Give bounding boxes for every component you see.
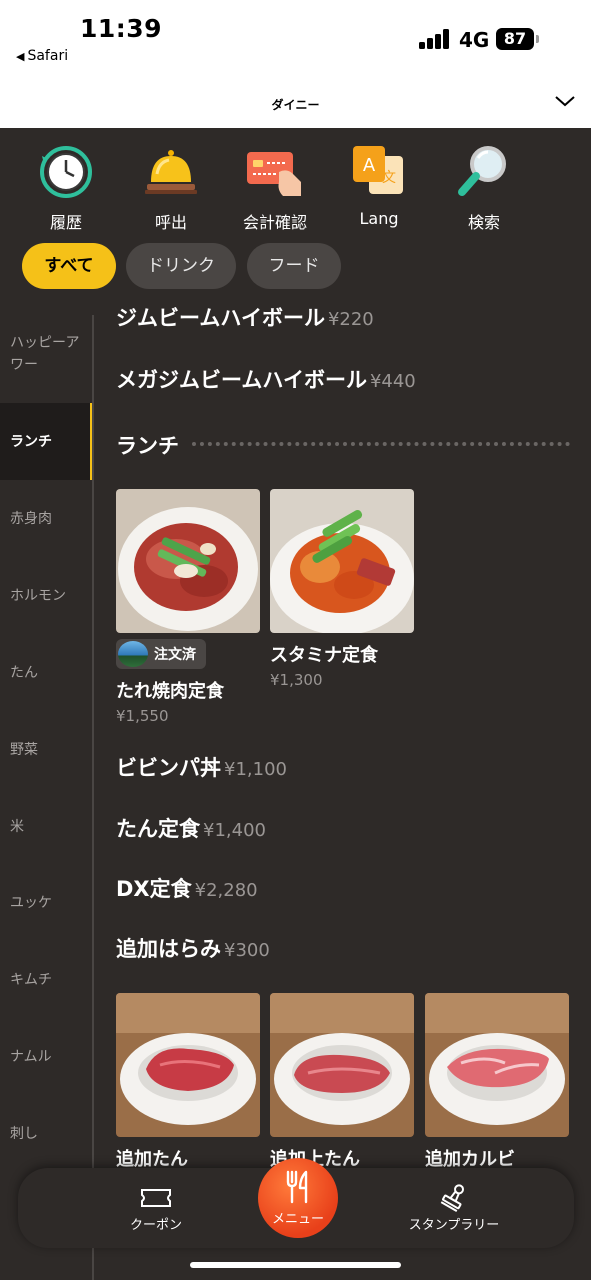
chevron-down-icon[interactable] bbox=[554, 90, 576, 112]
menu-card-price: ¥1,300 bbox=[270, 671, 323, 689]
battery-icon: 87 bbox=[496, 28, 534, 50]
food-photo bbox=[116, 489, 260, 633]
call-bell-icon bbox=[143, 144, 199, 200]
stamp-rally-tab[interactable]: スタンプラリー bbox=[384, 1182, 524, 1233]
menu-item-name: メガジムビームハイボール bbox=[116, 368, 367, 392]
stamp-rally-label: スタンプラリー bbox=[408, 1218, 500, 1233]
menu-button-label: メニュー bbox=[271, 1212, 324, 1227]
food-photo bbox=[270, 489, 414, 633]
credit-card-icon bbox=[247, 144, 303, 200]
menu-item-name: 追加はらみ bbox=[116, 937, 221, 961]
search-icon bbox=[456, 144, 512, 200]
filter-all[interactable]: すべて bbox=[22, 243, 116, 289]
nav-call-label: 呼出 bbox=[154, 213, 187, 232]
menu-item-price: ¥220 bbox=[327, 309, 374, 330]
menu-card-name: たれ焼肉定食 bbox=[116, 681, 224, 702]
menu-item-price: ¥2,280 bbox=[194, 880, 258, 901]
translate-icon: A 文 bbox=[351, 144, 407, 200]
signal-icon bbox=[419, 29, 451, 49]
top-nav: 履歴 呼出 会計確認 A 文 Lang 検索 bbox=[0, 128, 591, 238]
sidebar-item-namul[interactable]: ナムル bbox=[0, 1018, 94, 1095]
svg-text:文: 文 bbox=[382, 170, 396, 186]
sidebar-item-sashi[interactable]: 刺し bbox=[0, 1095, 94, 1172]
menu-item[interactable]: ビビンパ丼 ¥1,100 bbox=[116, 752, 287, 782]
menu-item-name: DX定食 bbox=[116, 877, 192, 901]
fork-knife-icon bbox=[286, 1170, 308, 1204]
ordered-badge: 注文済 bbox=[116, 639, 206, 669]
svg-text:A: A bbox=[363, 155, 376, 176]
section-title: ランチ bbox=[116, 434, 179, 458]
status-time: 11:39 bbox=[80, 14, 163, 43]
sidebar-item-tongue[interactable]: たん bbox=[0, 634, 94, 711]
menu-item-price: ¥1,400 bbox=[203, 820, 266, 841]
category-filters: すべて ドリンク フード bbox=[0, 243, 591, 289]
menu-item-name: たん定食 bbox=[116, 817, 200, 841]
restaurant-title: ダイニー bbox=[271, 98, 320, 112]
menu-item-price: ¥300 bbox=[224, 940, 270, 961]
menu-item[interactable]: ジムビームハイボール ¥220 bbox=[116, 302, 374, 332]
menu-card-price: ¥1,550 bbox=[116, 707, 169, 725]
nav-call[interactable]: 呼出 bbox=[126, 144, 216, 233]
nav-search-label: 検索 bbox=[467, 213, 500, 232]
nav-lang-label: Lang bbox=[359, 209, 399, 228]
header: ダイニー bbox=[0, 80, 591, 128]
menu-card[interactable]: スタミナ定食 ¥1,300 bbox=[270, 489, 414, 689]
battery-tip bbox=[536, 35, 539, 43]
home-indicator bbox=[190, 1262, 401, 1268]
menu-item[interactable]: DX定食 ¥2,280 bbox=[116, 873, 258, 903]
sidebar-item-kimchi[interactable]: キムチ bbox=[0, 941, 94, 1018]
food-photo bbox=[270, 993, 414, 1137]
stamp-icon bbox=[436, 1182, 472, 1214]
ticket-icon bbox=[138, 1182, 174, 1214]
back-label: Safari bbox=[27, 48, 69, 64]
avatar bbox=[118, 641, 148, 667]
menu-item-price: ¥440 bbox=[369, 371, 416, 392]
nav-bill[interactable]: 会計確認 bbox=[230, 144, 320, 233]
ordered-badge-label: 注文済 bbox=[154, 647, 196, 663]
sidebar-item-yukke[interactable]: ユッケ bbox=[0, 864, 94, 941]
back-to-safari[interactable]: ◀ Safari bbox=[16, 48, 68, 64]
filter-drink[interactable]: ドリンク bbox=[126, 243, 236, 289]
section-divider bbox=[192, 442, 570, 446]
menu-item-name: ビビンパ丼 bbox=[116, 756, 221, 780]
menu-card[interactable]: 注文済 たれ焼肉定食 ¥1,550 bbox=[116, 489, 260, 725]
menu-item-price: ¥1,100 bbox=[224, 759, 287, 780]
menu-item-name: ジムビームハイボール bbox=[116, 306, 325, 330]
menu-card[interactable]: 追加カルビ bbox=[425, 993, 569, 1171]
sidebar-item-vegetables[interactable]: 野菜 bbox=[0, 711, 94, 788]
sidebar-item-horumon[interactable]: ホルモン bbox=[0, 557, 94, 634]
menu-card[interactable]: 追加たん bbox=[116, 993, 260, 1171]
menu-item[interactable]: メガジムビームハイボール ¥440 bbox=[116, 364, 416, 394]
sidebar-item-happy-hour[interactable]: ハッピーア ワー bbox=[0, 315, 94, 392]
nav-history[interactable]: 履歴 bbox=[21, 144, 111, 233]
nav-lang[interactable]: A 文 Lang bbox=[334, 144, 424, 228]
sidebar-item-rice[interactable]: 米 bbox=[0, 788, 94, 865]
network-type: 4G bbox=[459, 28, 490, 52]
menu-list: ジムビームハイボール ¥220 メガジムビームハイボール ¥440 ランチ 注文済 … bbox=[94, 290, 591, 1180]
menu-item[interactable]: たん定食 ¥1,400 bbox=[116, 813, 266, 843]
category-sidebar: ハッピーア ワー ランチ 赤身肉 ホルモン たん 野菜 米 ユッケ キムチ ナム… bbox=[0, 300, 94, 1180]
coupon-tab[interactable]: クーポン bbox=[114, 1182, 198, 1233]
food-photo bbox=[425, 993, 569, 1137]
menu-item[interactable]: 追加はらみ ¥300 bbox=[116, 933, 270, 963]
sidebar-item-lunch[interactable]: ランチ bbox=[0, 403, 94, 480]
filter-food[interactable]: フード bbox=[247, 243, 341, 289]
menu-button[interactable]: メニュー bbox=[258, 1158, 338, 1238]
nav-bill-label: 会計確認 bbox=[242, 213, 307, 232]
nav-history-label: 履歴 bbox=[49, 213, 82, 232]
sidebar-item-lean-meat[interactable]: 赤身肉 bbox=[0, 480, 94, 557]
status-bar: 11:39 ◀ Safari 4G 87 bbox=[0, 0, 591, 80]
menu-card[interactable]: 追加上たん bbox=[270, 993, 414, 1171]
food-photo bbox=[116, 993, 260, 1137]
coupon-label: クーポン bbox=[129, 1218, 182, 1233]
clock-history-icon bbox=[38, 144, 94, 200]
menu-card-name: スタミナ定食 bbox=[270, 645, 378, 666]
nav-search[interactable]: 検索 bbox=[439, 144, 529, 233]
